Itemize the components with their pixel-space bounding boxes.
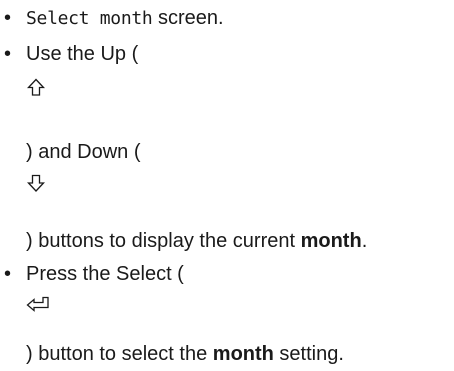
keyword-month: month xyxy=(300,230,362,252)
enter-key-icon xyxy=(26,296,50,320)
screen-name: Select month xyxy=(26,8,153,29)
instruction-select-month-screen: Select month screen. xyxy=(26,7,224,29)
instruction-display-month: ) buttons to display the current month. xyxy=(26,230,368,252)
bullet: • xyxy=(4,43,12,65)
instruction-press-select: Press the Select ( xyxy=(26,263,184,285)
keyword-month: month xyxy=(212,343,274,365)
bullet: • xyxy=(4,7,12,29)
down-arrow-icon xyxy=(26,174,50,198)
instruction-up-down: Use the Up ( xyxy=(26,43,139,65)
instructions-document: • Select month screen. • Use the Up ( ) … xyxy=(0,0,454,371)
instruction-down-line: ) and Down ( xyxy=(26,141,141,163)
up-arrow-icon xyxy=(26,78,50,102)
bullet: • xyxy=(4,263,12,285)
instruction-select-month-setting: ) button to select the month setting. xyxy=(26,343,344,365)
